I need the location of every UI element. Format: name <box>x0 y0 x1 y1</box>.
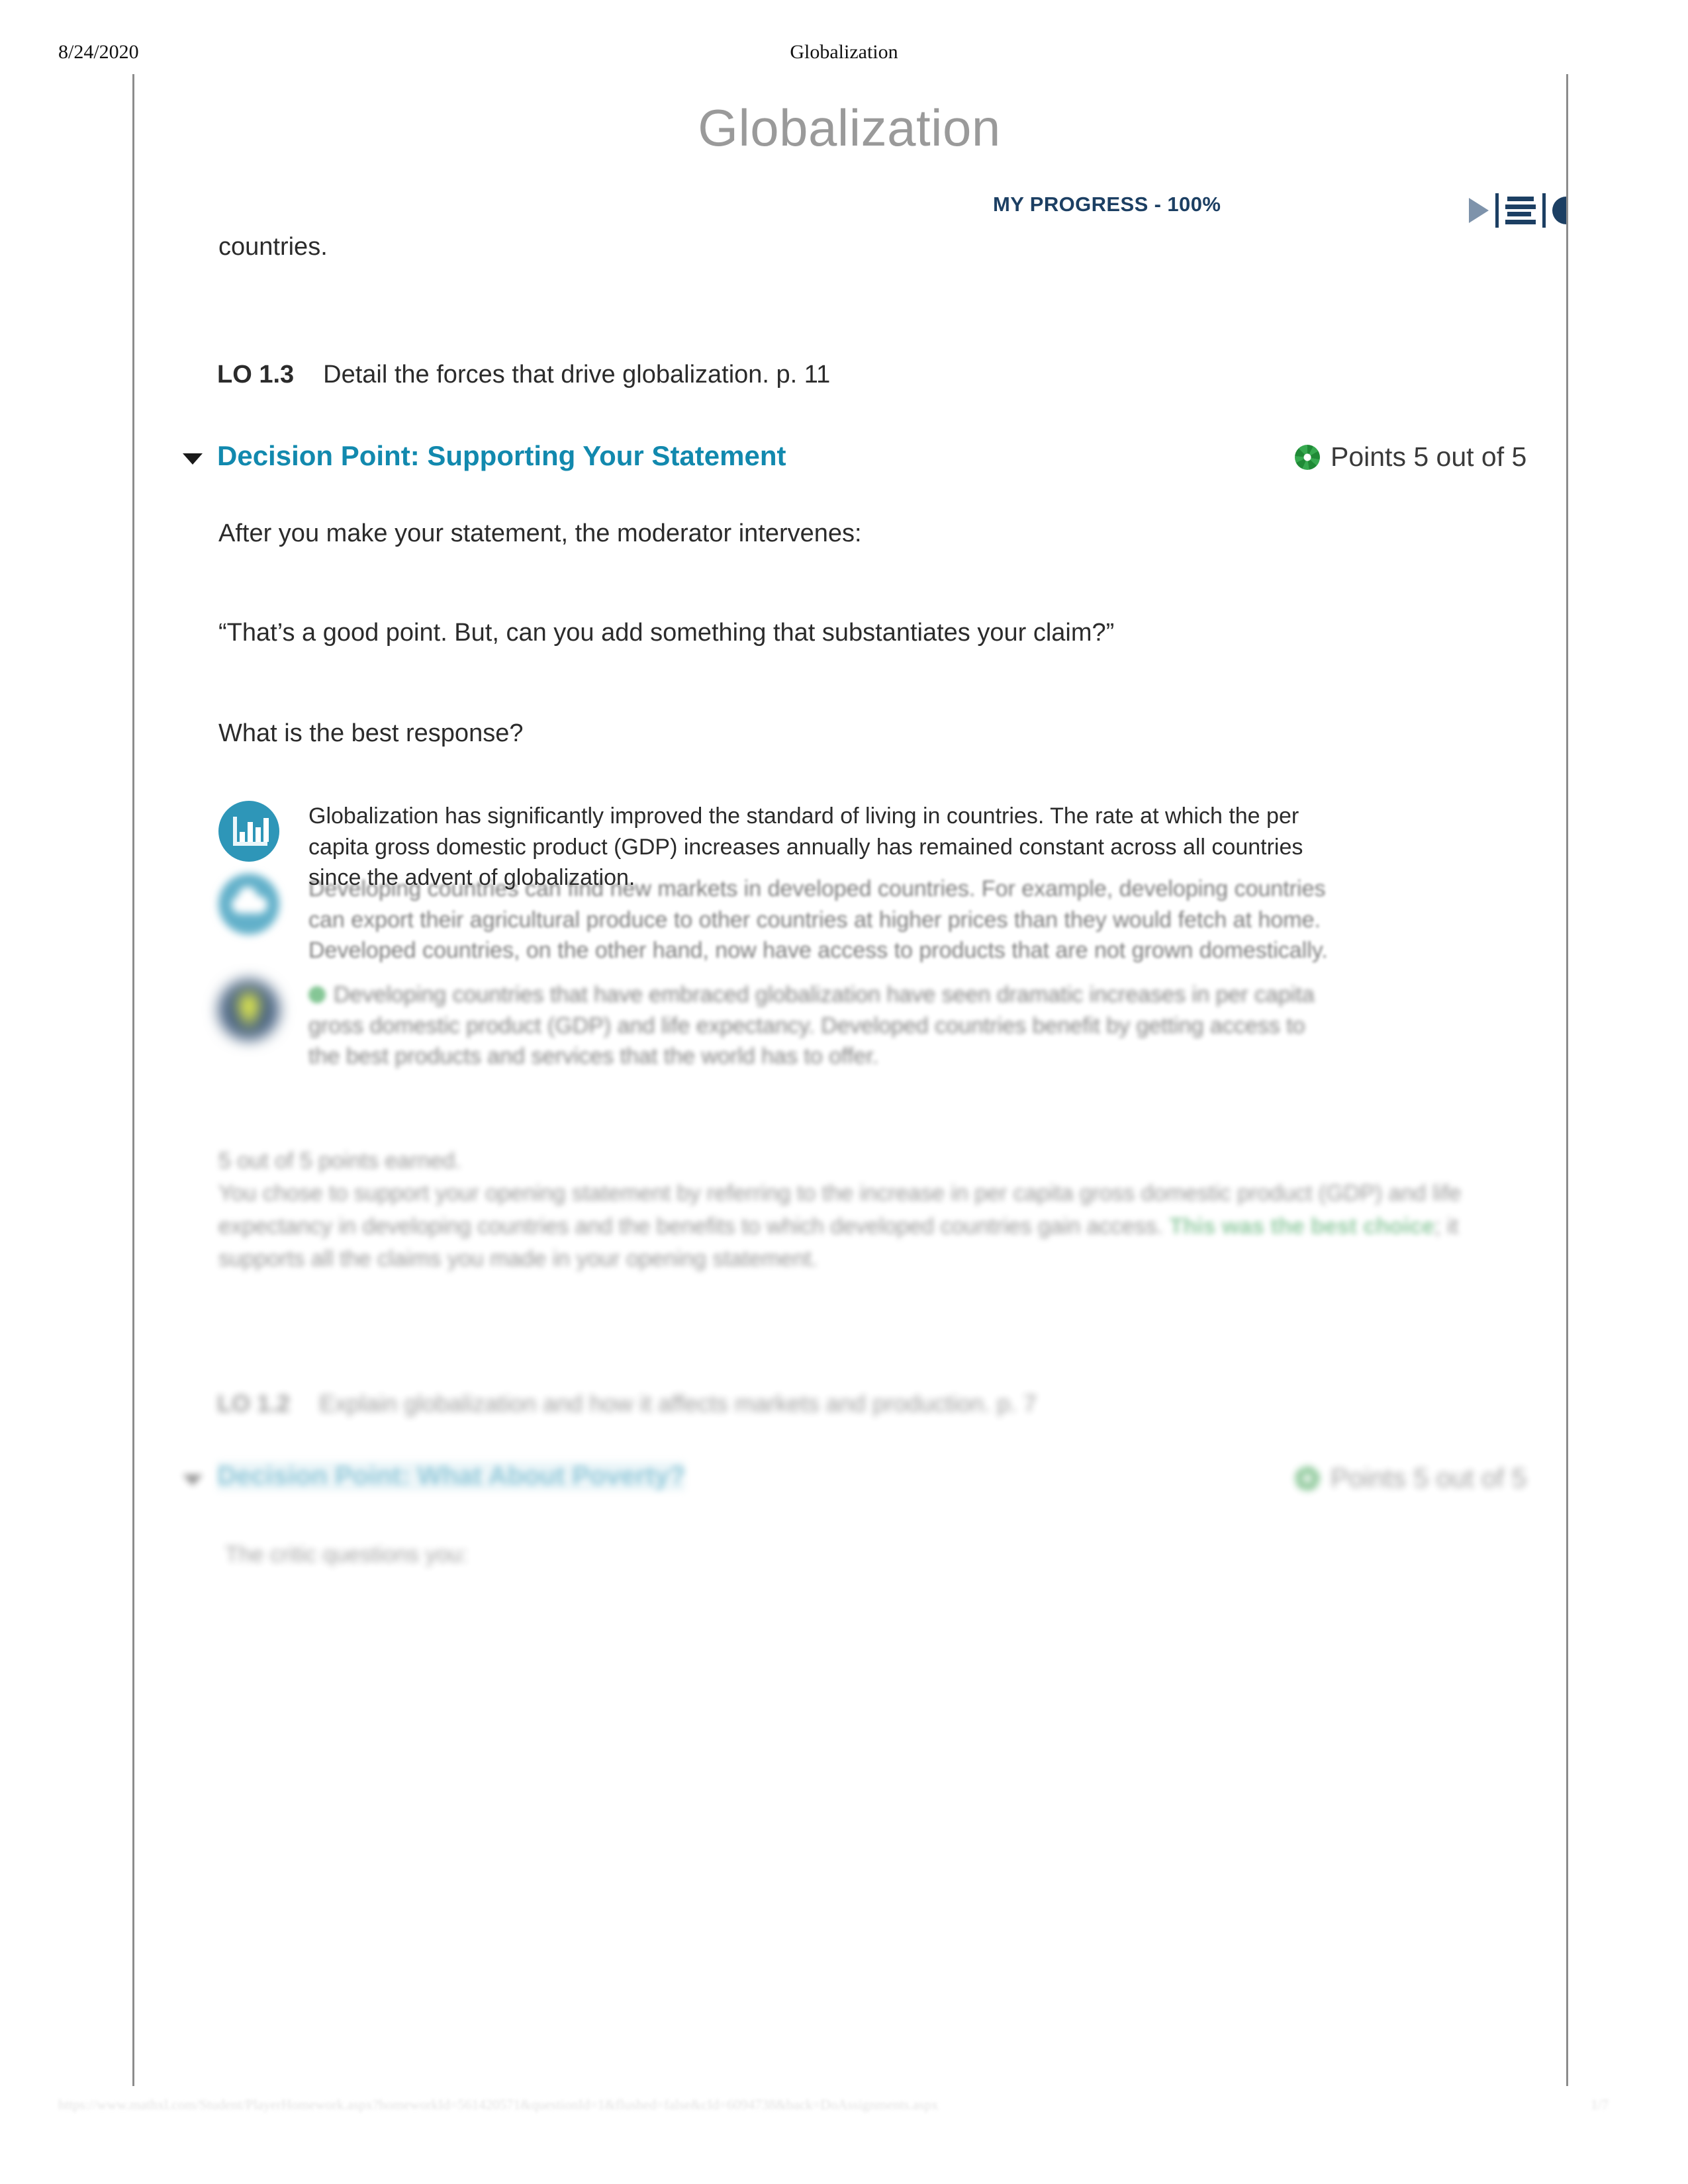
decision-point-1-title[interactable]: Decision Point: Supporting Your Statemen… <box>217 440 786 472</box>
decision-point-2-header[interactable]: Decision Point: What About Poverty? Poin… <box>183 1461 1553 1502</box>
toolbar-divider <box>1495 193 1499 228</box>
page-rule-left <box>132 74 134 2086</box>
lo-code: LO 1.3 <box>217 361 295 388</box>
print-header: 8/24/2020 Globalization <box>0 41 1688 68</box>
answer-option-text: Developing countries can find new market… <box>308 876 1328 964</box>
footer-url: https://www.mathxl.com/Student/PlayerHom… <box>58 2097 939 2113</box>
score-badge-icon <box>1295 444 1320 470</box>
points-indicator-2: Points 5 out of 5 <box>1295 1463 1526 1494</box>
answer-option-selected[interactable]: Developing countries that have embraced … <box>218 979 1503 1072</box>
footer-page-number: 1/7 <box>1591 2097 1609 2113</box>
decision-point-2-title[interactable]: Decision Point: What About Poverty? <box>217 1461 686 1491</box>
bar-chart-icon <box>218 801 279 862</box>
print-header-title: Globalization <box>790 41 898 63</box>
top-text-fragment: countries. <box>218 233 328 261</box>
feedback-score-line: 5 out of 5 points earned. <box>218 1148 461 1173</box>
progress-label: MY PROGRESS - 100% <box>993 193 1221 216</box>
prompt-question: What is the best response? <box>218 719 524 747</box>
moderator-quote: “That’s a good point. But, can you add s… <box>218 619 1115 647</box>
play-icon[interactable] <box>1469 198 1489 223</box>
cloud-icon <box>218 874 279 934</box>
feedback-body: You chose to support your opening statem… <box>218 1177 1516 1275</box>
feedback-block: 5 out of 5 points earned. You chose to s… <box>218 1145 1516 1275</box>
points-indicator-1: Points 5 out of 5 <box>1295 441 1526 473</box>
feedback-highlight: This was the best choice <box>1169 1213 1435 1239</box>
header-toolbar <box>1469 187 1566 234</box>
lo-text: Detail the forces that drive globalizati… <box>323 361 831 388</box>
lightbulb-icon <box>218 979 279 1040</box>
contrast-icon[interactable] <box>1552 197 1566 224</box>
list-view-icon[interactable] <box>1505 197 1536 224</box>
points-label: Points 5 out of 5 <box>1331 1463 1527 1493</box>
prompt-intro: After you make your statement, the moder… <box>218 520 862 547</box>
correct-check-icon <box>308 986 326 1003</box>
answer-option[interactable]: Developing countries can find new market… <box>218 874 1503 966</box>
page-rule-right <box>1566 74 1568 2086</box>
answer-option-text: Developing countries that have embraced … <box>308 979 1341 1072</box>
lo-text: Explain globalization and how it affects… <box>319 1390 1037 1417</box>
decision-point-2-tail: The critic questions you: <box>225 1542 468 1567</box>
print-footer: https://www.mathxl.com/Student/PlayerHom… <box>0 2097 1688 2123</box>
collapse-caret-icon[interactable] <box>183 453 203 465</box>
lo-code: LO 1.2 <box>217 1390 291 1417</box>
decision-point-1-header[interactable]: Decision Point: Supporting Your Statemen… <box>183 440 1553 481</box>
page-title: Globalization <box>698 99 1001 157</box>
answer-option-text-body: Developing countries that have embraced … <box>308 982 1315 1069</box>
toolbar-divider <box>1542 193 1546 228</box>
collapse-caret-icon[interactable] <box>183 1475 203 1486</box>
learning-objective-1: LO 1.3 Detail the forces that drive globa… <box>217 361 830 389</box>
points-label: Points 5 out of 5 <box>1331 441 1527 472</box>
score-badge-icon <box>1295 1465 1320 1491</box>
learning-objective-2: LO 1.2 Explain globalization and how it a… <box>217 1390 1037 1418</box>
progress-row: MY PROGRESS - 100% <box>132 187 1566 234</box>
